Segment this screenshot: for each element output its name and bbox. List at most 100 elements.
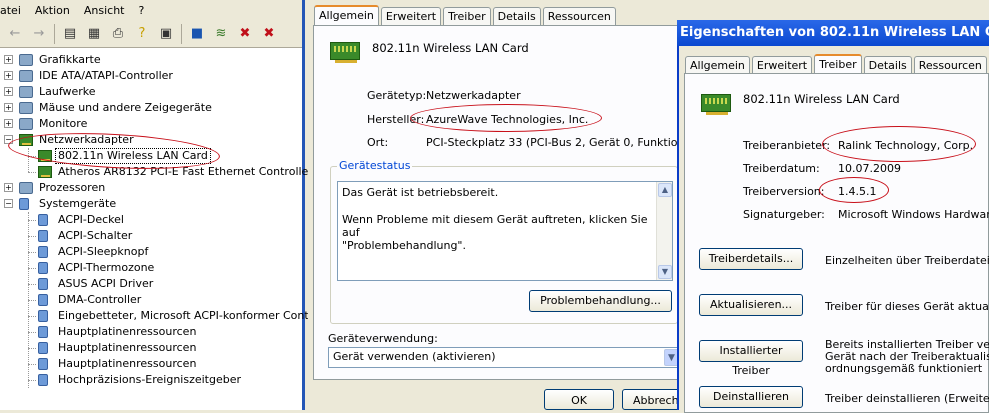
scroll-up-icon[interactable]: ▲ [658, 183, 672, 197]
tree-item[interactable]: + Prozessoren [0, 180, 302, 196]
tree-item[interactable]: DMA-Controller [0, 292, 302, 308]
tree-item-label[interactable]: Mäuse und andere Zeigegeräte [37, 101, 214, 115]
properties-icon[interactable]: ▦ [85, 25, 103, 43]
tree-item-label[interactable]: ACPI-Thermozone [56, 261, 156, 275]
print-icon[interactable]: ⎙ [109, 25, 127, 43]
tree-item[interactable]: Eingebetteter, Microsoft ACPI-konformer … [0, 308, 337, 324]
tree-item[interactable]: Hauptplatinenressourcen [0, 324, 302, 340]
tab-strip: Allgemein Erweitert Treiber Details Ress… [314, 4, 618, 26]
driver-details-button[interactable]: Treiberdetails... [699, 248, 803, 270]
tab-treiber[interactable]: Treiber [814, 54, 862, 75]
system-device-icon [38, 310, 48, 322]
tree-item[interactable]: ACPI-Thermozone [0, 260, 302, 276]
device-usage-value: Gerät verwenden (aktivieren) [333, 350, 496, 363]
help-icon[interactable]: ? [133, 25, 151, 43]
rollback-driver-button[interactable]: Installierter Treiber [699, 340, 803, 377]
uninstall-driver-button[interactable]: Deinstallieren [699, 386, 803, 408]
tree-item[interactable]: ACPI-Deckel [0, 212, 302, 228]
disable-device-icon[interactable]: ✖ [236, 25, 254, 43]
tree-item-label[interactable]: Hauptplatinenressourcen [56, 357, 198, 371]
troubleshoot-button[interactable]: Problembehandlung... [529, 290, 672, 312]
show-hide-tree-icon[interactable]: ▤ [61, 25, 79, 43]
action-icon[interactable]: ▣ [157, 25, 175, 43]
tree-item[interactable]: ACPI-Sleepknopf [0, 244, 302, 260]
tree-item-label[interactable]: Systemgeräte [37, 197, 118, 211]
uninstall-device-icon[interactable]: ✖ [260, 25, 278, 43]
tab-details[interactable]: Details [863, 56, 912, 74]
tree-item-label[interactable]: Prozessoren [37, 181, 107, 195]
tab-erweitert[interactable]: Erweitert [380, 7, 442, 25]
tree-item[interactable]: Hochpräzisions-Ereigniszeitgeber [0, 372, 302, 388]
tree-connector [28, 284, 36, 285]
tree-item-label[interactable]: Eingebetteter, Microsoft ACPI-konformer … [56, 309, 339, 323]
expand-icon[interactable]: + [4, 87, 13, 96]
menu-view[interactable]: Ansicht [77, 4, 132, 17]
display-adapter-icon [19, 54, 33, 66]
expand-icon[interactable]: + [4, 55, 13, 64]
status-line-3: "Problembehandlung". [342, 239, 466, 252]
tab-ressourcen[interactable]: Ressourcen [542, 7, 616, 25]
tab-erweitert[interactable]: Erweitert [751, 56, 813, 74]
back-arrow-icon[interactable]: ← [6, 25, 24, 43]
tree-item-label[interactable]: ACPI-Deckel [56, 213, 126, 227]
tree-item[interactable]: ASUS ACPI Driver [0, 276, 302, 292]
tree-item[interactable]: + IDE ATA/ATAPI-Controller [0, 68, 302, 84]
system-device-icon [38, 230, 48, 242]
device-tree: + Grafikkarte + IDE ATA/ATAPI-Controller + La… [0, 50, 337, 410]
tree-item[interactable]: ACPI-Schalter [0, 228, 302, 244]
update-driver-icon[interactable]: ≋ [212, 25, 230, 43]
properties-dialog-driver: Allgemein Erweitert Treiber Details Ress… [677, 20, 989, 413]
tree-item-label[interactable]: Hauptplatinenressourcen [56, 341, 198, 355]
device-status-text[interactable]: Das Gerät ist betriebsbereit. Wenn Probl… [337, 181, 673, 281]
expand-icon[interactable]: + [4, 183, 13, 192]
scan-hardware-icon[interactable]: ■ [188, 25, 206, 43]
tab-ressourcen[interactable]: Ressourcen [913, 56, 987, 74]
expand-icon[interactable]: + [4, 71, 13, 80]
scroll-down-icon[interactable]: ▼ [658, 265, 672, 279]
tree-item[interactable]: + Mäuse und andere Zeigegeräte [0, 100, 302, 116]
tree-item-label[interactable]: Hauptplatinenressourcen [56, 325, 198, 339]
tab-treiber[interactable]: Treiber [443, 7, 491, 25]
ok-button[interactable]: OK [544, 389, 614, 410]
tree-item-label[interactable]: Laufwerke [37, 85, 98, 99]
tab-details[interactable]: Details [492, 7, 541, 25]
device-usage-label: Geräteverwendung: [328, 332, 438, 345]
tree-item[interactable]: − Systemgeräte [0, 196, 302, 212]
tree-item-label[interactable]: ASUS ACPI Driver [56, 277, 155, 291]
tree-item[interactable]: + Monitore [0, 116, 302, 132]
tree-item-label[interactable]: Hochpräzisions-Ereigniszeitgeber [56, 373, 243, 387]
tab-allgemein[interactable]: Allgemein [685, 56, 750, 74]
device-name: 802.11n Wireless LAN Card [372, 41, 529, 55]
update-driver-button[interactable]: Aktualisieren... [699, 294, 803, 316]
forward-arrow-icon[interactable]: → [30, 25, 48, 43]
tree-connector [28, 172, 36, 173]
tree-item-label[interactable]: IDE ATA/ATAPI-Controller [37, 69, 175, 83]
tree-item-label[interactable]: Monitore [37, 117, 89, 131]
status-scrollbar[interactable]: ▲ ▼ [656, 182, 672, 280]
tree-item[interactable]: + Laufwerke [0, 84, 302, 100]
rollback-driver-desc-3: ordnungsgemäß funktioniert [825, 362, 983, 375]
tree-item-label[interactable]: Grafikkarte [37, 53, 103, 67]
system-device-icon [38, 294, 48, 306]
uninstall-driver-desc: Treiber deinstallieren (Erweitert) [825, 392, 989, 405]
menu-file[interactable]: atei [0, 4, 28, 17]
menu-help[interactable]: ? [131, 4, 151, 17]
device-usage-select[interactable]: Gerät verwenden (aktivieren) ▼ [328, 347, 681, 368]
signer-value: Microsoft Windows Hardware C [838, 208, 989, 221]
tree-item-label[interactable]: ACPI-Schalter [56, 229, 134, 243]
driver-tab-panel: 802.11n Wireless LAN Card Treiberanbiete… [684, 73, 989, 413]
tab-allgemein[interactable]: Allgemein [314, 5, 379, 26]
expand-icon[interactable]: + [4, 119, 13, 128]
location-value: PCI-Steckplatz 33 (PCI-Bus 2, Gerät 0, F… [426, 136, 700, 149]
tree-item-label[interactable]: DMA-Controller [56, 293, 143, 307]
properties-dialog-general: Allgemein Erweitert Treiber Details Ress… [308, 0, 699, 410]
toolbar: ← → ▤ ▦ ⎙ ? ▣ ■ ≋ ✖ ✖ [0, 20, 302, 48]
tree-item-label[interactable]: ACPI-Sleepknopf [56, 245, 150, 259]
ide-controller-icon [19, 70, 33, 82]
collapse-icon[interactable]: − [4, 199, 13, 208]
expand-icon[interactable]: + [4, 103, 13, 112]
menu-action[interactable]: Aktion [28, 4, 77, 17]
tree-item[interactable]: Hauptplatinenressourcen [0, 340, 302, 356]
tree-item[interactable]: + Grafikkarte [0, 52, 302, 68]
tree-item[interactable]: Hauptplatinenressourcen [0, 356, 302, 372]
